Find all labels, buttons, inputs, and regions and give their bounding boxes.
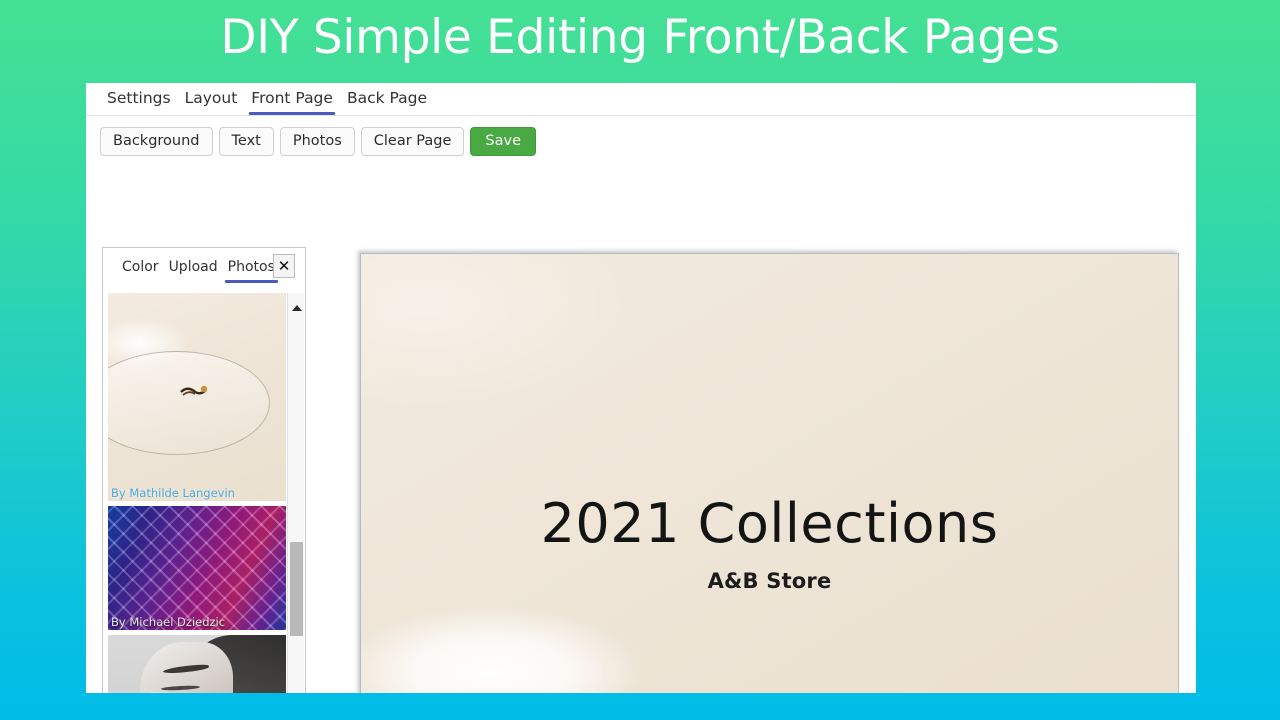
nav-tab-settings[interactable]: Settings	[100, 83, 178, 116]
close-icon[interactable]: ✕	[273, 254, 295, 278]
page-heading-group: 2021 Collections A&B Store	[361, 497, 1178, 594]
photo-credit[interactable]: By Mathilde Langevin	[111, 486, 235, 500]
work-area: Color Upload Photos ✕ By Mathilde Langev…	[86, 166, 1196, 693]
photo-picker-panel: Color Upload Photos ✕ By Mathilde Langev…	[102, 247, 306, 693]
list-item[interactable]: By Michael Dziedzic	[108, 506, 286, 630]
banner-title: DIY Simple Editing Front/Back Pages	[220, 10, 1060, 65]
nav-tab-bar: Settings Layout Front Page Back Page	[86, 83, 1196, 116]
picker-tab-upload[interactable]: Upload	[164, 256, 223, 284]
background-button[interactable]: Background	[100, 127, 213, 156]
glass-plate-shape	[108, 351, 270, 456]
scroll-up-icon[interactable]	[288, 299, 305, 316]
page-title[interactable]: 2021 Collections	[361, 497, 1178, 551]
photos-button[interactable]: Photos	[279, 127, 355, 156]
photo-credit[interactable]: By Michael Dziedzic	[111, 615, 225, 629]
picker-tab-bar: Color Upload Photos ✕	[103, 248, 305, 288]
scrollbar-thumb[interactable]	[290, 542, 303, 636]
save-button[interactable]: Save	[470, 127, 536, 156]
nav-tab-back-page[interactable]: Back Page	[340, 83, 434, 116]
editor-toolbar: Background Text Photos Clear Page Save	[86, 116, 1196, 166]
photo-scroll-inner: By Mathilde Langevin By Michael Dziedzic	[108, 293, 286, 693]
jewelry-illustration	[180, 385, 208, 396]
picker-tab-photos[interactable]: Photos	[223, 256, 280, 284]
nav-tab-front-page[interactable]: Front Page	[244, 83, 340, 116]
photo-list: By Mathilde Langevin By Michael Dziedzic	[103, 293, 305, 693]
nav-tab-layout[interactable]: Layout	[178, 83, 245, 116]
photo-list-scrollbar[interactable]	[287, 293, 304, 693]
list-item[interactable]: By Mathilde Langevin	[108, 293, 286, 501]
page-canvas[interactable]: 2021 Collections A&B Store Jewelry	[360, 253, 1179, 693]
text-button[interactable]: Text	[218, 127, 274, 156]
screenshot-root: DIY Simple Editing Front/Back Pages Sett…	[0, 0, 1280, 720]
page-subtitle[interactable]: A&B Store	[361, 569, 1178, 593]
list-item[interactable]	[108, 635, 286, 693]
page-background	[361, 254, 1178, 693]
clear-page-button[interactable]: Clear Page	[360, 127, 465, 156]
picker-tab-color[interactable]: Color	[117, 256, 164, 284]
app-window: Settings Layout Front Page Back Page Bac…	[86, 83, 1196, 693]
